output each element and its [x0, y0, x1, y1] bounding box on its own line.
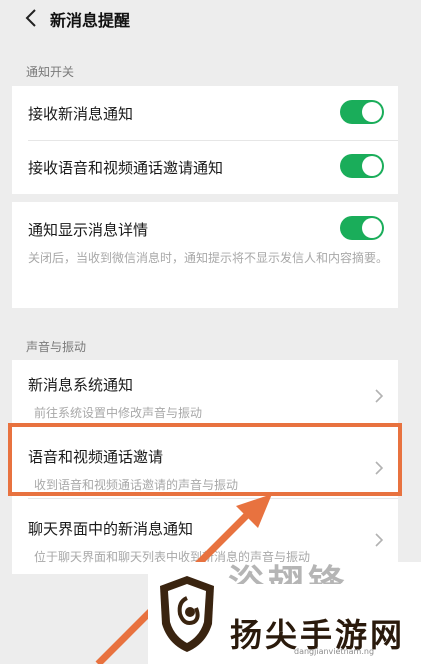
- system-notification-row[interactable]: 新消息系统通知 前往系统设置中修改声音与振动: [12, 360, 398, 426]
- toggle-knob: [362, 156, 382, 176]
- back-arrow-icon[interactable]: [24, 8, 38, 28]
- show-detail-toggle[interactable]: [340, 216, 384, 240]
- page-title: 新消息提醒: [50, 11, 131, 30]
- receive-new-message-row[interactable]: 接收新消息通知: [12, 86, 398, 140]
- receive-new-message-toggle[interactable]: [340, 100, 384, 124]
- notify-switch-card: 接收新消息通知 接收语音和视频通话邀请通知: [12, 86, 398, 194]
- section-label-sound: 声音与振动: [26, 340, 87, 354]
- show-detail-title: 通知显示消息详情: [28, 221, 149, 239]
- toggle-knob: [362, 102, 382, 122]
- watermark-top-text: 浴翅锋: [228, 563, 349, 584]
- shield-logo-icon: [160, 576, 214, 652]
- toggle-knob: [362, 218, 382, 238]
- row-title: 接收新消息通知: [28, 105, 134, 123]
- detail-card: 通知显示消息详情 关闭后，当收到微信消息时，通知提示将不显示发信人和内容摘要。: [12, 202, 398, 308]
- watermark-url: dangjianvietnam.ng: [294, 647, 375, 656]
- section-label-notify-switch: 通知开关: [26, 65, 75, 79]
- chevron-right-icon: [374, 532, 384, 548]
- highlight-box: [8, 423, 402, 496]
- receive-call-invite-toggle[interactable]: [340, 154, 384, 178]
- show-detail-description: 关闭后，当收到微信消息时，通知提示将不显示发信人和内容摘要。: [28, 251, 389, 265]
- row-title: 聊天界面中的新消息通知: [28, 520, 194, 538]
- watermark: 浴翅锋 扬尖手游网 dangjianvietnam.ng: [148, 562, 421, 664]
- row-description: 前往系统设置中修改声音与振动: [34, 406, 203, 420]
- row-title: 接收语音和视频通话邀请通知: [28, 159, 224, 177]
- chevron-right-icon: [374, 388, 384, 404]
- receive-call-invite-row[interactable]: 接收语音和视频通话邀请通知: [12, 140, 398, 194]
- nav-bar: 新消息提醒: [0, 0, 421, 40]
- row-title: 新消息系统通知: [28, 376, 134, 394]
